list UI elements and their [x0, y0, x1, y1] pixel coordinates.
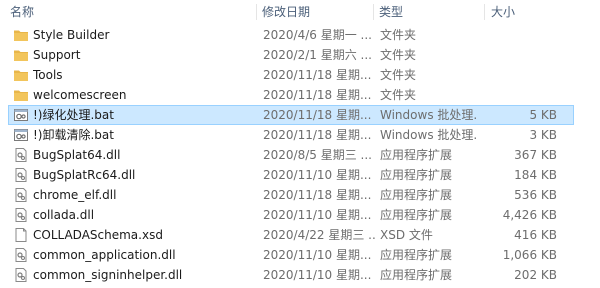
- file-size: 367 KB: [514, 148, 557, 162]
- file-modified-date: 2020/11/18 星期...: [263, 188, 372, 202]
- file-size: 1,066 KB: [502, 248, 557, 262]
- folder-icon: [13, 88, 29, 102]
- file-modified-date: 2020/2/1 星期六 ...: [263, 48, 372, 62]
- file-size: [479, 66, 557, 84]
- folder-icon: [13, 28, 29, 42]
- folder-icon: [13, 68, 29, 82]
- file-size: [479, 86, 557, 104]
- file-name: Tools: [33, 68, 63, 82]
- file-name: !)卸载清除.bat: [33, 128, 114, 142]
- file-size: [479, 46, 557, 64]
- file-modified-date: 2020/11/10 星期...: [263, 168, 372, 182]
- folder-icon: [13, 48, 29, 62]
- file-name: collada.dll: [33, 208, 95, 222]
- column-divider[interactable]: [256, 4, 257, 20]
- file-size: 4,426 KB: [502, 208, 557, 222]
- file-name: common_signinhelper.dll: [33, 268, 183, 282]
- folder-row[interactable]: Support 2020/2/1 星期六 ... 文件夹: [8, 45, 574, 65]
- file-row[interactable]: !)绿化处理.bat 2020/11/18 星期... Windows 批处理...…: [8, 105, 574, 125]
- file-name: !)绿化处理.bat: [33, 108, 114, 122]
- file-type: 应用程序扩展: [380, 208, 453, 222]
- file-name: chrome_elf.dll: [33, 188, 117, 202]
- file-modified-date: 2020/11/10 星期...: [263, 248, 372, 262]
- file-row[interactable]: chrome_elf.dll 2020/11/18 星期... 应用程序扩展 536 …: [8, 185, 574, 205]
- column-header-size[interactable]: 大小: [491, 0, 515, 24]
- file-name: Style Builder: [33, 28, 110, 42]
- dll-file-icon: [13, 268, 29, 282]
- file-size: 3 KB: [529, 128, 557, 142]
- file-type: 应用程序扩展: [380, 168, 453, 182]
- column-divider[interactable]: [373, 4, 374, 20]
- dll-file-icon: [13, 248, 29, 262]
- folder-row[interactable]: welcomescreen 2020/11/18 星期... 文件夹: [8, 85, 574, 105]
- dll-file-icon: [13, 188, 29, 202]
- file-name: welcomescreen: [33, 88, 127, 102]
- file-row[interactable]: common_application.dll 2020/11/10 星期... 应用…: [8, 245, 574, 265]
- folder-row[interactable]: Style Builder 2020/4/6 星期一 ... 文件夹: [8, 25, 574, 45]
- file-size: 184 KB: [514, 168, 557, 182]
- file-type: 应用程序扩展: [380, 248, 453, 262]
- file-modified-date: 2020/11/10 星期...: [263, 208, 372, 222]
- column-divider[interactable]: [484, 4, 485, 20]
- file-size: 536 KB: [514, 188, 557, 202]
- file-modified-date: 2020/11/18 星期...: [263, 68, 372, 82]
- folder-row[interactable]: Tools 2020/11/18 星期... 文件夹: [8, 65, 574, 85]
- file-name: COLLADASchema.xsd: [33, 228, 163, 242]
- file-size: 202 KB: [514, 268, 557, 282]
- file-type: 文件夹: [380, 88, 417, 102]
- file-type: 文件夹: [380, 68, 417, 82]
- file-type: Windows 批处理...: [380, 128, 478, 142]
- file-size: 416 KB: [514, 228, 557, 242]
- file-modified-date: 2020/11/10 星期...: [263, 268, 372, 282]
- file-name: BugSplatRc64.dll: [33, 168, 136, 182]
- file-row[interactable]: collada.dll 2020/11/10 星期... 应用程序扩展 4,426 K…: [8, 205, 574, 225]
- file-row[interactable]: BugSplatRc64.dll 2020/11/10 星期... 应用程序扩展 18…: [8, 165, 574, 185]
- file-modified-date: 2020/11/18 星期...: [263, 88, 372, 102]
- generic-file-icon: [13, 228, 29, 242]
- file-name: Support: [33, 48, 81, 62]
- file-size: 5 KB: [529, 108, 557, 122]
- column-header-name[interactable]: 名称: [10, 0, 34, 24]
- file-modified-date: 2020/11/18 星期...: [263, 108, 372, 122]
- file-type: XSD 文件: [380, 228, 433, 242]
- file-row[interactable]: !)卸载清除.bat 2020/11/18 星期... Windows 批处理...…: [8, 125, 574, 145]
- column-header-type[interactable]: 类型: [379, 0, 403, 24]
- file-row[interactable]: common_signinhelper.dll 2020/11/10 星期... 应…: [8, 265, 574, 285]
- file-row[interactable]: COLLADASchema.xsd 2020/4/22 星期三 ... XSD 文件…: [8, 225, 574, 245]
- batch-file-icon: [13, 108, 29, 122]
- file-modified-date: 2020/11/18 星期...: [263, 128, 372, 142]
- file-type: 文件夹: [380, 48, 417, 62]
- file-type: 文件夹: [380, 28, 417, 42]
- file-modified-date: 2020/4/6 星期一 ...: [263, 28, 372, 42]
- file-name: BugSplat64.dll: [33, 148, 121, 162]
- file-type: Windows 批处理...: [380, 108, 478, 122]
- dll-file-icon: [13, 168, 29, 182]
- file-row[interactable]: BugSplat64.dll 2020/8/5 星期三 ... 应用程序扩展 367 …: [8, 145, 574, 165]
- file-modified-date: 2020/8/5 星期三 ...: [263, 148, 372, 162]
- file-size: [479, 26, 557, 44]
- dll-file-icon: [13, 148, 29, 162]
- file-name: common_application.dll: [33, 248, 176, 262]
- file-modified-date: 2020/4/22 星期三 ...: [263, 228, 375, 242]
- file-type: 应用程序扩展: [380, 188, 453, 202]
- dll-file-icon: [13, 208, 29, 222]
- column-header-bar: 名称 修改日期 类型 大小: [0, 0, 600, 24]
- batch-file-icon: [13, 128, 29, 142]
- file-type: 应用程序扩展: [380, 268, 453, 282]
- column-header-modified[interactable]: 修改日期: [262, 0, 310, 24]
- file-type: 应用程序扩展: [380, 148, 453, 162]
